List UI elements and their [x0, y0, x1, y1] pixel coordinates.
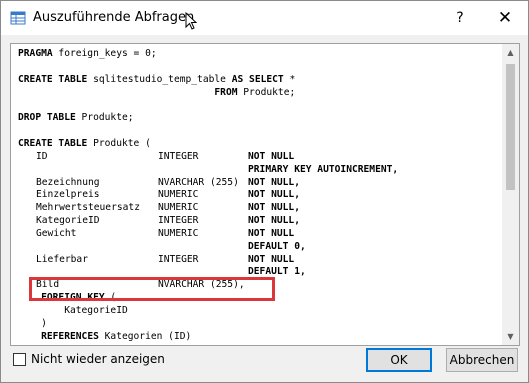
column-constraint: DEFAULT 0,	[248, 240, 306, 252]
code-line: PRAGMA foreign_keys = 0;	[18, 48, 498, 60]
cancel-button[interactable]: Abbrechen	[446, 348, 518, 372]
code-line: Gewicht NUMERIC NOT NULL	[18, 228, 498, 240]
scrollbar-thumb[interactable]	[506, 64, 515, 190]
code-line: DEFAULT 0,	[18, 241, 498, 253]
column-constraint: NOT NULL,	[248, 215, 300, 227]
help-button[interactable]: ?	[445, 1, 475, 35]
column-constraint: PRIMARY KEY AUTOINCREMENT,	[248, 163, 399, 175]
code-line: Mehrwertsteuersatz NUMERIC NOT NULL,	[18, 202, 498, 214]
column-name: Mehrwertsteuersatz	[36, 202, 140, 214]
code-line: )	[18, 318, 498, 330]
column-name: Lieferbar	[36, 253, 88, 265]
code-line: DEFAULT 1,	[18, 266, 498, 278]
code-token: CREATE TABLE	[18, 137, 88, 149]
column-constraint: NOT NULL,	[248, 202, 300, 214]
code-token: Kategorien (ID)	[98, 330, 192, 342]
column-name: KategorieID	[36, 215, 100, 227]
code-line: Einzelpreis NUMERIC NOT NULL,	[18, 189, 498, 201]
code-token: Produkte;	[237, 86, 296, 98]
column-constraint: NOT NULL	[248, 227, 295, 239]
mouse-cursor-icon	[185, 12, 197, 30]
window-title: Auszuführende Abfragen	[33, 10, 195, 25]
code-token: AS SELECT	[231, 73, 284, 85]
code-token: DROP TABLE	[18, 112, 76, 124]
column-type: INTEGER	[158, 150, 199, 162]
column-type: INTEGER	[158, 215, 199, 227]
code-line: CREATE TABLE Produkte (	[18, 138, 498, 150]
column-constraint: NOT NULL,	[248, 176, 300, 188]
column-constraint: DEFAULT 1,	[248, 266, 306, 278]
sql-code-area[interactable]: PRAGMA foreign_keys = 0; CREATE TABLE sql…	[18, 44, 498, 345]
title-bar[interactable]: Auszuführende Abfragen ? ✕	[1, 1, 528, 35]
column-name: Einzelpreis	[36, 189, 100, 201]
dialog-window: Auszuführende Abfragen ? ✕ PRAGMA foreig…	[0, 0, 529, 383]
scroll-down-icon[interactable]: ▼	[502, 328, 519, 345]
code-token: KategorieID	[18, 305, 128, 316]
code-token: )	[18, 317, 47, 329]
code-token: Produkte (	[87, 137, 151, 149]
code-token: (	[104, 292, 117, 304]
code-token: CREATE TABLE	[18, 73, 88, 85]
code-line: KategorieID INTEGER NOT NULL,	[18, 215, 498, 227]
code-line: PRIMARY KEY AUTOINCREMENT,	[18, 164, 498, 176]
code-line: DROP TABLE Produkte;	[18, 112, 498, 124]
column-type: NUMERIC	[158, 227, 199, 239]
code-token: Produkte;	[75, 112, 134, 124]
code-token: PRAGMA	[18, 48, 53, 59]
code-line: CREATE TABLE sqlitestudio_temp_table AS …	[18, 74, 498, 86]
dont-show-again-label[interactable]: Nicht wieder anzeigen	[31, 352, 165, 366]
column-name: Bild	[36, 279, 60, 291]
code-token: REFERENCES	[41, 330, 99, 342]
column-name: Gewicht	[36, 227, 77, 239]
vertical-scrollbar[interactable]: ▲ ▼	[502, 44, 519, 345]
column-type: NUMERIC	[158, 202, 199, 214]
code-line: FROM Produkte;	[18, 87, 498, 99]
column-name: ID	[36, 150, 48, 162]
column-constraint: NOT NULL	[248, 253, 295, 265]
column-type: NVARCHAR (255),	[158, 279, 245, 291]
code-line: ID INTEGER NOT NULL	[18, 151, 498, 163]
dont-show-again-checkbox[interactable]	[13, 353, 26, 366]
column-type: INTEGER	[158, 253, 199, 265]
code-token: FROM	[214, 86, 238, 98]
code-token: foreign_keys = 0;	[52, 48, 157, 59]
code-line: KategorieID	[18, 305, 498, 317]
code-token: sqlitestudio_temp_table	[87, 73, 232, 85]
column-type: NUMERIC	[158, 189, 199, 201]
sql-editor[interactable]: PRAGMA foreign_keys = 0; CREATE TABLE sql…	[10, 43, 520, 346]
code-line: REFERENCES Kategorien (ID)	[18, 331, 498, 343]
close-button[interactable]: ✕	[485, 1, 525, 35]
code-line: Bild NVARCHAR (255),	[18, 279, 498, 291]
code-line: Bezeichnung NVARCHAR (255) NOT NULL,	[18, 177, 498, 189]
code-token: FOREIGN KEY	[41, 292, 105, 304]
scroll-up-icon[interactable]: ▲	[502, 44, 519, 61]
ok-button[interactable]: OK	[366, 348, 432, 372]
column-type: NVARCHAR (255)	[158, 176, 239, 188]
code-line: Lieferbar INTEGER NOT NULL	[18, 254, 498, 266]
code-token: *	[283, 73, 296, 85]
column-name: Bezeichnung	[36, 176, 100, 188]
code-line: FOREIGN KEY (	[18, 292, 498, 304]
table-icon	[10, 11, 26, 25]
column-constraint: NOT NULL,	[248, 189, 300, 201]
column-constraint: NOT NULL	[248, 150, 295, 162]
